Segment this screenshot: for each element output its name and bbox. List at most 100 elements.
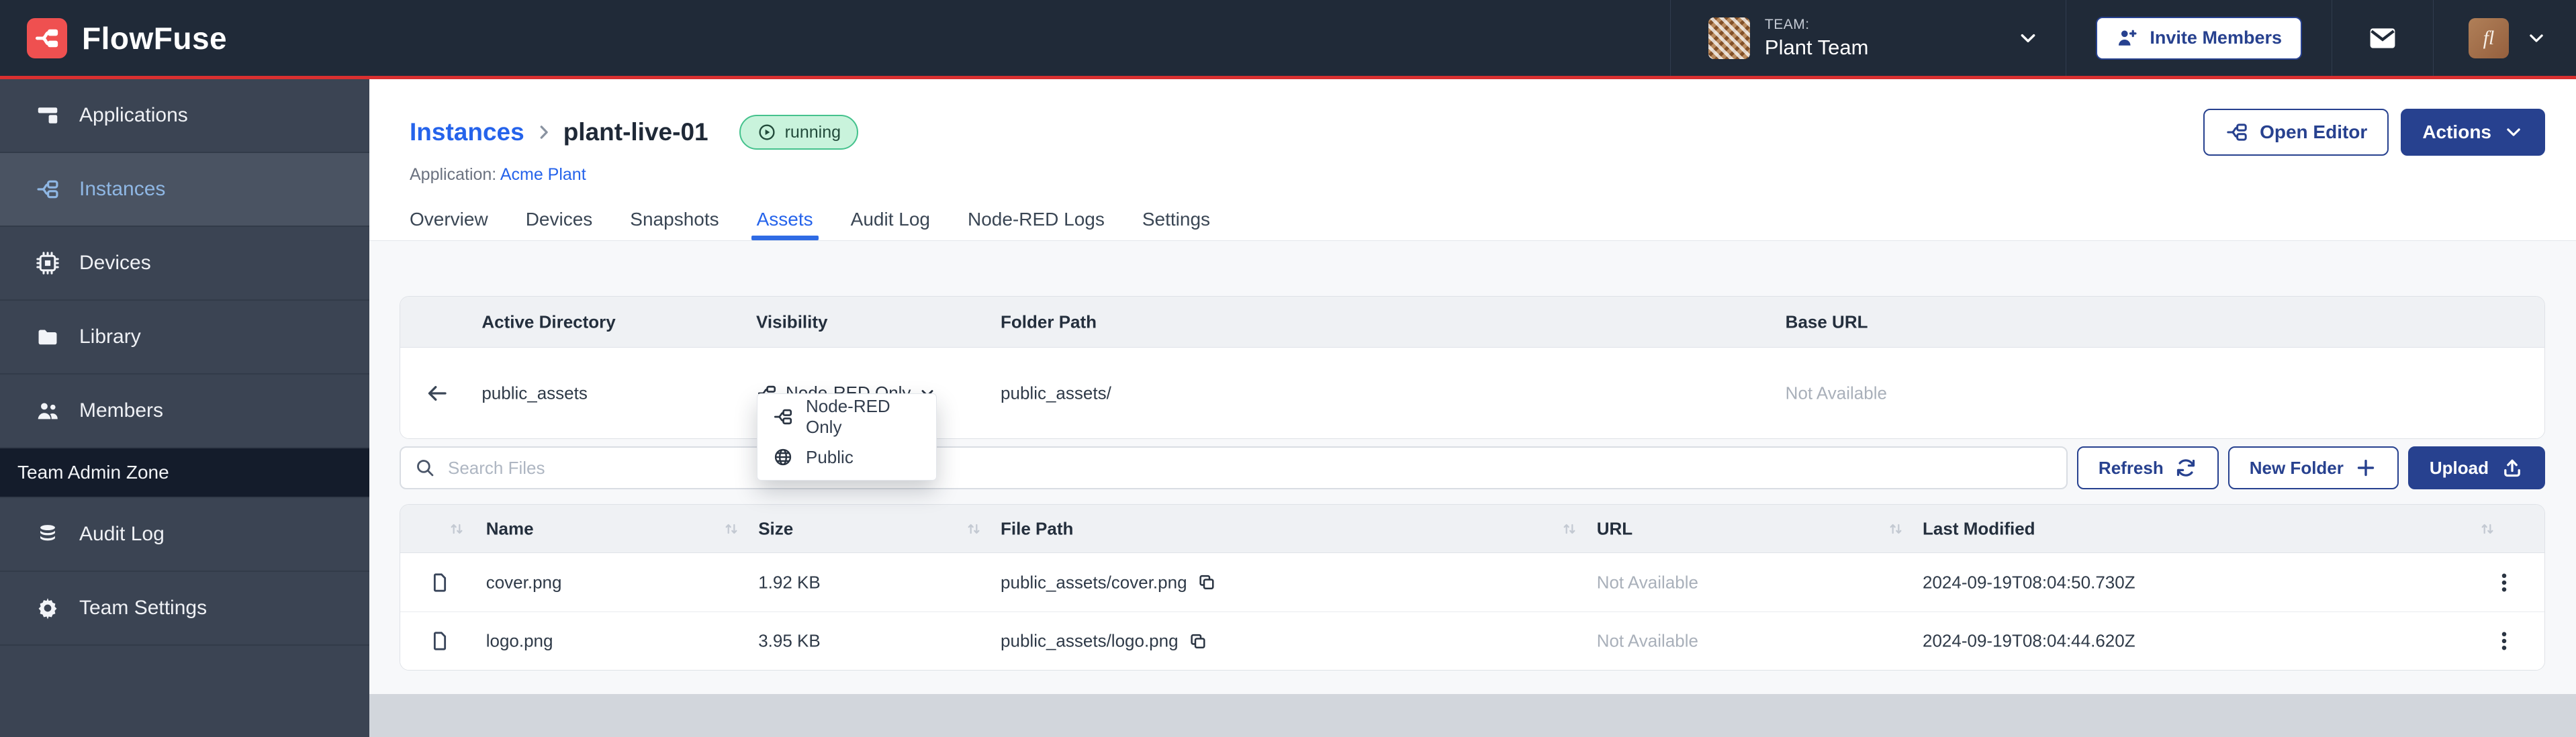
user-menu[interactable]: fl xyxy=(2434,0,2576,76)
sidebar-item-instances[interactable]: Instances xyxy=(0,153,369,227)
sort-actions-icon[interactable] xyxy=(2478,520,2497,538)
row-menu-kebab-icon[interactable] xyxy=(2493,630,2516,652)
brand: FlowFuse xyxy=(0,18,227,58)
breadcrumb-instances-link[interactable]: Instances xyxy=(410,118,524,146)
sidebar-item-members[interactable]: Members xyxy=(0,375,369,448)
dropdown-option-node-red-only[interactable]: Node-RED Only xyxy=(757,397,936,437)
sidebar-item-team-settings[interactable]: Team Settings xyxy=(0,572,369,646)
team-avatar xyxy=(1708,17,1750,59)
instances-icon xyxy=(35,177,60,202)
dropdown-option-label: Node-RED Only xyxy=(806,396,921,438)
status-label: running xyxy=(785,123,841,142)
file-last-modified: 2024-09-19T08:04:44.620Z xyxy=(1923,631,2135,652)
team-label: TEAM: xyxy=(1765,17,1869,33)
dropdown-option-label: Public xyxy=(806,447,854,468)
files-toolbar: Refresh New Folder Upload xyxy=(400,446,2545,489)
file-row-cover: cover.png 1.92 KB public_assets/cover.pn… xyxy=(400,553,2544,611)
visibility-dropdown-menu: Node-RED Only Public xyxy=(757,393,937,481)
team-selector[interactable]: TEAM: Plant Team xyxy=(1671,0,2066,76)
mail-icon xyxy=(2367,23,2398,54)
file-path: public_assets/cover.png xyxy=(1001,572,1187,593)
search-icon xyxy=(414,457,436,479)
tab-audit-log[interactable]: Audit Log xyxy=(851,199,930,240)
sidebar-item-label: Instances xyxy=(79,178,165,201)
back-arrow-button[interactable] xyxy=(425,381,449,405)
column-base-url: Base URL xyxy=(1786,311,1868,332)
page-title: plant-live-01 xyxy=(563,118,708,146)
application-label: Application: xyxy=(410,165,496,184)
tab-node-red-logs[interactable]: Node-RED Logs xyxy=(968,199,1105,240)
sidebar-item-library[interactable]: Library xyxy=(0,301,369,375)
new-folder-button[interactable]: New Folder xyxy=(2228,446,2399,489)
open-editor-label: Open Editor xyxy=(2260,121,2367,143)
actions-button[interactable]: Actions xyxy=(2401,109,2545,156)
status-badge: running xyxy=(739,115,858,150)
copy-path-icon[interactable] xyxy=(1188,631,1208,651)
file-name: cover.png xyxy=(486,572,562,593)
team-name: Plant Team xyxy=(1765,36,1869,60)
tab-devices[interactable]: Devices xyxy=(526,199,593,240)
tab-overview[interactable]: Overview xyxy=(410,199,488,240)
column-folder-path: Folder Path xyxy=(1001,311,1097,332)
flowfuse-logo-icon xyxy=(27,18,67,58)
invite-members-button[interactable]: Invite Members xyxy=(2096,17,2302,60)
invite-wrap: Invite Members xyxy=(2066,0,2332,76)
team-texts: TEAM: Plant Team xyxy=(1765,17,1869,60)
brand-name: FlowFuse xyxy=(82,20,227,56)
sort-last-modified-icon[interactable] xyxy=(1886,520,1905,538)
column-size: Size xyxy=(758,518,793,539)
copy-path-icon[interactable] xyxy=(1197,573,1217,593)
top-header: FlowFuse TEAM: Plant Team xyxy=(0,0,2576,76)
active-directory-row: public_assets Node-RED Only public_asset… xyxy=(400,348,2544,438)
sidebar-item-label: Applications xyxy=(79,104,188,127)
sidebar-item-label: Devices xyxy=(79,252,151,275)
title-row: Instances plant-live-01 running xyxy=(410,79,2545,156)
files-table-header: Name Size File Path URL Last Modified xyxy=(400,505,2544,553)
file-path-cell: public_assets/cover.png xyxy=(1001,572,1217,593)
file-last-modified: 2024-09-19T08:04:50.730Z xyxy=(1923,572,2135,593)
open-editor-button[interactable]: Open Editor xyxy=(2203,109,2389,156)
file-path: public_assets/logo.png xyxy=(1001,631,1179,652)
actions-label: Actions xyxy=(2422,121,2491,143)
chevron-down-icon xyxy=(2017,28,2039,49)
active-directory-card: Active Directory Visibility Folder Path … xyxy=(400,296,2545,439)
refresh-button[interactable]: Refresh xyxy=(2077,446,2219,489)
sidebar-item-devices[interactable]: Devices xyxy=(0,227,369,301)
members-icon xyxy=(35,398,60,424)
search-input[interactable] xyxy=(448,458,2053,479)
header-accent-line xyxy=(0,76,2576,79)
files-table: Name Size File Path URL Last Modified co… xyxy=(400,504,2545,671)
sidebar: Applications Instances Devices Library M… xyxy=(0,79,369,737)
file-name: logo.png xyxy=(486,631,553,652)
folder-path-value: public_assets/ xyxy=(1001,383,1111,403)
sidebar-item-applications[interactable]: Applications xyxy=(0,79,369,153)
sort-name-icon[interactable] xyxy=(447,520,466,538)
dropdown-option-public[interactable]: Public xyxy=(757,437,936,477)
sort-file-path-icon[interactable] xyxy=(964,520,983,538)
new-folder-label: New Folder xyxy=(2250,458,2344,479)
directory-name: public_assets xyxy=(481,383,588,403)
sort-url-icon[interactable] xyxy=(1560,520,1579,538)
row-menu-kebab-icon[interactable] xyxy=(2493,571,2516,594)
column-url: URL xyxy=(1597,518,1632,539)
audit-log-icon xyxy=(35,522,60,547)
tab-assets[interactable]: Assets xyxy=(757,199,813,240)
sidebar-item-label: Audit Log xyxy=(79,523,165,546)
bottom-band xyxy=(369,694,2576,737)
sidebar-item-audit-log[interactable]: Audit Log xyxy=(0,498,369,572)
tab-settings[interactable]: Settings xyxy=(1142,199,1210,240)
application-row: Application: Acme Plant xyxy=(410,165,2545,185)
search-box xyxy=(400,446,2068,489)
chevron-down-icon xyxy=(2503,122,2524,142)
application-link[interactable]: Acme Plant xyxy=(500,165,586,184)
sort-size-icon[interactable] xyxy=(722,520,741,538)
title-actions: Open Editor Actions xyxy=(2203,109,2545,156)
globe-icon xyxy=(772,446,794,468)
tab-snapshots[interactable]: Snapshots xyxy=(630,199,719,240)
notifications-button[interactable] xyxy=(2332,0,2433,76)
upload-button[interactable]: Upload xyxy=(2408,446,2545,489)
invite-members-label: Invite Members xyxy=(2150,28,2282,48)
team-settings-icon xyxy=(35,595,60,621)
play-circle-icon xyxy=(757,122,777,142)
instance-tabs: Overview Devices Snapshots Assets Audit … xyxy=(410,199,1210,240)
